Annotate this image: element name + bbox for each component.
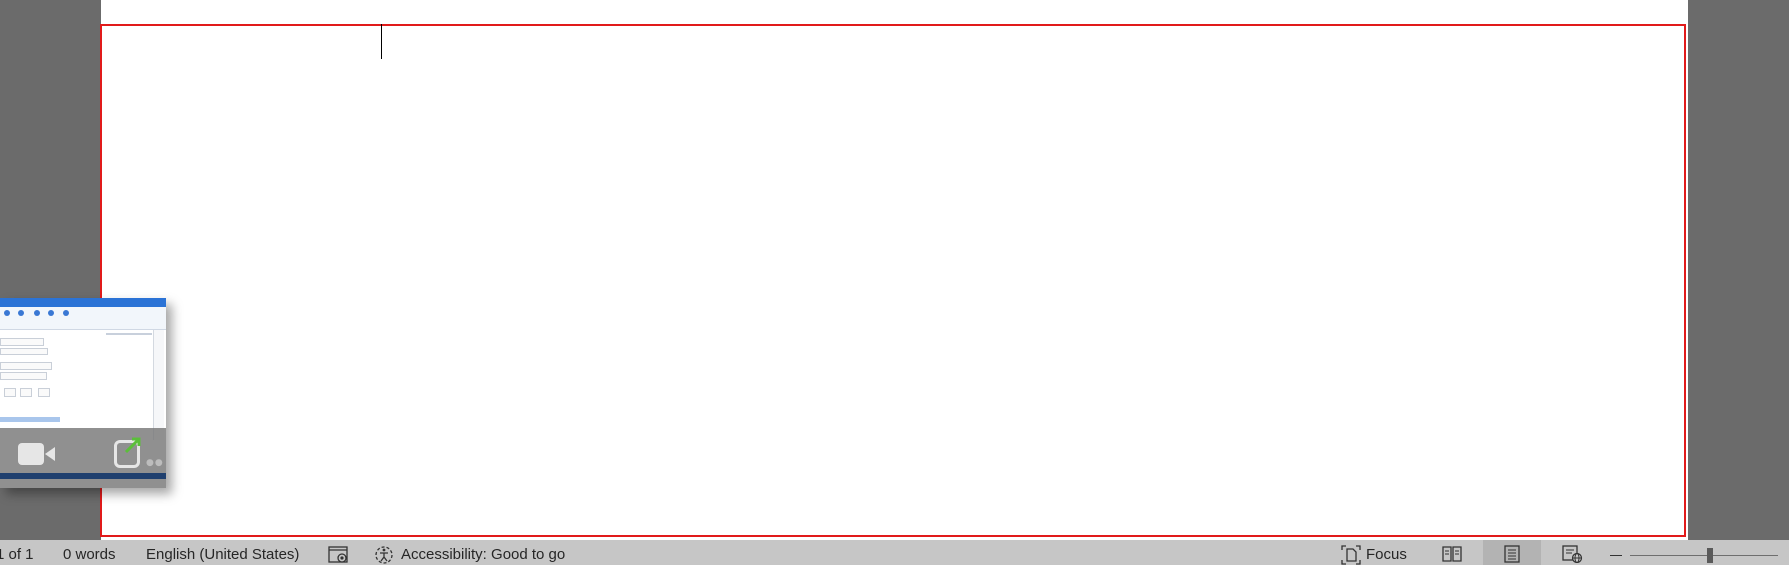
zoom-slider-thumb[interactable] [1707,548,1713,563]
share-arrow-icon [124,437,141,454]
preview-side-panel [153,330,164,440]
web-layout-button[interactable] [1543,540,1601,565]
accessibility-checker-icon[interactable] [373,545,395,565]
language-indicator[interactable]: English (United States) [146,540,299,565]
status-bar: 1 of 1 0 words English (United States) A… [0,540,1789,565]
preview-more-dots: ●● [146,458,164,468]
print-layout-button[interactable] [1483,540,1541,565]
page-count[interactable]: 1 of 1 [0,540,34,565]
macro-recording-icon[interactable] [328,545,350,565]
preview-ribbon [0,307,166,330]
focus-mode-icon[interactable] [1340,545,1362,565]
screen-recorder-preview[interactable]: ●● [0,298,166,488]
document-canvas: ●● [0,0,1789,540]
preview-highlight [0,417,60,422]
print-layout-icon [1504,545,1520,563]
read-mode-icon [1442,546,1462,562]
zoom-out-button[interactable] [1610,555,1622,556]
recorder-controls: ●● [0,428,166,488]
preview-taskbar [0,473,166,479]
preview-titlebar [0,298,166,307]
word-count[interactable]: 0 words [63,540,116,565]
accessibility-status[interactable]: Accessibility: Good to go [401,540,565,565]
content-frame[interactable] [100,24,1686,537]
zoom-slider-track[interactable] [1630,555,1778,556]
read-mode-button[interactable] [1423,540,1481,565]
web-layout-icon [1562,545,1583,563]
text-cursor [381,24,382,59]
camera-icon[interactable] [18,443,55,465]
focus-label[interactable]: Focus [1366,540,1407,565]
